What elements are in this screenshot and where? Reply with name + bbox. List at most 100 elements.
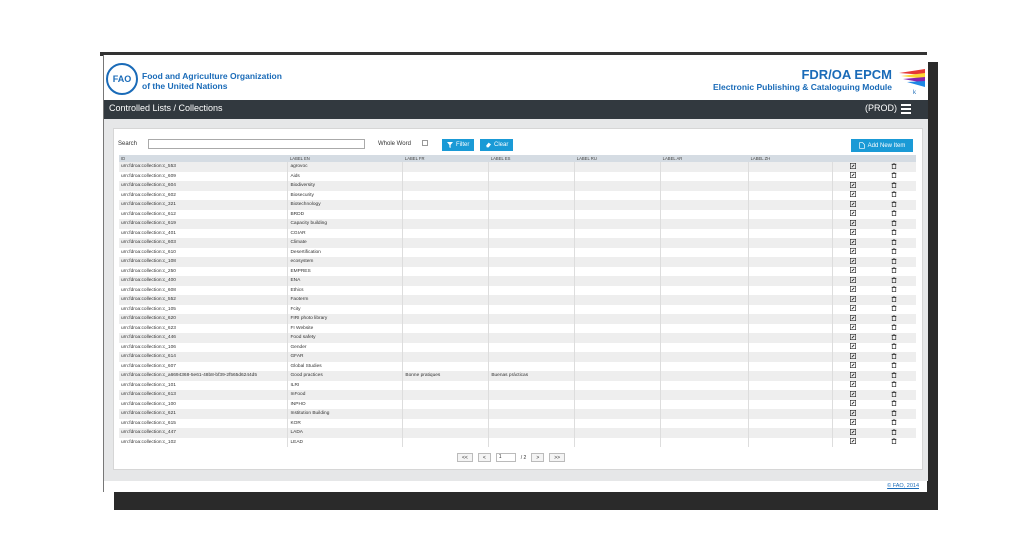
trash-icon[interactable]	[870, 229, 915, 239]
edit-icon[interactable]	[833, 419, 871, 429]
table-row[interactable]: urn:fdroa:collection:c_602 Biosecurity	[119, 190, 916, 201]
column-header[interactable]: LABEL FR	[403, 155, 489, 162]
trash-icon[interactable]	[870, 276, 915, 286]
column-header[interactable]: LABEL RU	[575, 155, 661, 162]
table-row[interactable]: urn:fdroa:collection:c_106 Gender	[119, 342, 916, 353]
table-row[interactable]: urn:fdroa:collection:c_623 FI Website	[119, 323, 916, 334]
filter-button[interactable]: Filter	[442, 139, 475, 151]
trash-icon[interactable]	[870, 200, 915, 210]
table-row[interactable]: urn:fdroa:collection:c_619 Capacity build…	[119, 219, 916, 229]
edit-icon[interactable]	[833, 172, 871, 182]
edit-icon[interactable]	[833, 229, 871, 239]
edit-icon[interactable]	[833, 381, 871, 391]
trash-icon[interactable]	[870, 295, 915, 305]
next-page-button[interactable]: >	[531, 453, 545, 462]
prev-page-button[interactable]: <	[477, 453, 491, 462]
trash-icon[interactable]	[870, 381, 915, 391]
table-row[interactable]: urn:fdroa:collection:c_400 ENA	[119, 276, 916, 286]
column-header[interactable]: LABEL EN	[288, 155, 403, 162]
edit-icon[interactable]	[833, 371, 871, 381]
edit-icon[interactable]	[833, 352, 871, 362]
add-new-item-button[interactable]: Add New Item	[851, 139, 913, 152]
trash-icon[interactable]	[870, 314, 915, 324]
trash-icon[interactable]	[870, 191, 915, 201]
edit-icon[interactable]	[833, 295, 871, 305]
table-row[interactable]: urn:fdroa:collection:c_446 Food safety	[119, 333, 916, 343]
trash-icon[interactable]	[870, 409, 915, 419]
table-row[interactable]: urn:fdroa:collection:c_a6694368-5e61-48b…	[119, 371, 916, 381]
edit-icon[interactable]	[833, 333, 871, 343]
trash-icon[interactable]	[870, 181, 915, 191]
trash-icon[interactable]	[870, 371, 915, 381]
table-row[interactable]: urn:fdroa:collection:c_614 GFAR	[119, 352, 916, 362]
table-row[interactable]: urn:fdroa:collection:c_101 ILRI	[119, 380, 916, 391]
trash-icon[interactable]	[870, 400, 915, 410]
trash-icon[interactable]	[870, 219, 915, 229]
table-row[interactable]: urn:fdroa:collection:c_612 BRDD	[119, 209, 916, 220]
table-row[interactable]: urn:fdroa:collection:c_615 KOR	[119, 418, 916, 429]
edit-icon[interactable]	[833, 409, 871, 419]
trash-icon[interactable]	[870, 343, 915, 353]
whole-word-checkbox[interactable]	[422, 140, 428, 146]
edit-icon[interactable]	[833, 314, 871, 324]
trash-icon[interactable]	[870, 438, 915, 448]
edit-icon[interactable]	[833, 248, 871, 258]
table-row[interactable]: urn:fdroa:collection:c_620 FIRI photo lib…	[119, 314, 916, 324]
edit-icon[interactable]	[833, 219, 871, 229]
edit-icon[interactable]	[833, 324, 871, 334]
edit-icon[interactable]	[833, 305, 871, 315]
edit-icon[interactable]	[833, 286, 871, 296]
edit-icon[interactable]	[833, 238, 871, 248]
table-row[interactable]: urn:fdroa:collection:c_105 Fcity	[119, 304, 916, 315]
table-row[interactable]: urn:fdroa:collection:c_608 Ethics	[119, 285, 916, 296]
edit-icon[interactable]	[833, 428, 871, 438]
last-page-button[interactable]: >>	[549, 453, 566, 462]
table-row[interactable]: urn:fdroa:collection:c_621 Institution Bu…	[119, 409, 916, 419]
edit-icon[interactable]	[833, 438, 871, 448]
table-row[interactable]: urn:fdroa:collection:c_447 LADA	[119, 428, 916, 438]
trash-icon[interactable]	[870, 419, 915, 429]
trash-icon[interactable]	[870, 257, 915, 267]
page-number-input[interactable]: 1	[495, 453, 516, 462]
column-header[interactable]: ID	[119, 155, 288, 162]
edit-icon[interactable]	[833, 162, 871, 172]
edit-icon[interactable]	[833, 276, 871, 286]
trash-icon[interactable]	[870, 352, 915, 362]
first-page-button[interactable]: <<	[457, 453, 473, 462]
table-row[interactable]: urn:fdroa:collection:c_610 Desertificatio…	[119, 247, 916, 258]
edit-icon[interactable]	[833, 390, 871, 400]
table-row[interactable]: urn:fdroa:collection:c_552 Faoterm	[119, 295, 916, 305]
search-input[interactable]	[148, 139, 365, 149]
edit-icon[interactable]	[833, 267, 871, 277]
copyright-link[interactable]: © FAO, 2014	[887, 483, 919, 489]
column-header[interactable]: LABEL AR	[661, 155, 749, 162]
column-header[interactable]: LABEL ZH	[749, 155, 833, 162]
trash-icon[interactable]	[870, 267, 915, 277]
table-row[interactable]: urn:fdroa:collection:c_609 Aids	[119, 171, 916, 182]
table-row[interactable]: urn:fdroa:collection:c_603 Climate	[119, 238, 916, 248]
trash-icon[interactable]	[870, 324, 915, 334]
table-row[interactable]: urn:fdroa:collection:c_607 Global Studies	[119, 361, 916, 372]
trash-icon[interactable]	[870, 172, 915, 182]
trash-icon[interactable]	[870, 390, 915, 400]
edit-icon[interactable]	[833, 400, 871, 410]
trash-icon[interactable]	[870, 248, 915, 258]
table-row[interactable]: urn:fdroa:collection:c_604 Biodiversity	[119, 181, 916, 191]
trash-icon[interactable]	[870, 428, 915, 438]
trash-icon[interactable]	[870, 210, 915, 220]
edit-icon[interactable]	[833, 210, 871, 220]
edit-icon[interactable]	[833, 200, 871, 210]
table-row[interactable]: urn:fdroa:collection:c_553 agrovoc	[119, 162, 916, 172]
table-row[interactable]: urn:fdroa:collection:c_401 CGIAR	[119, 228, 916, 239]
edit-icon[interactable]	[833, 257, 871, 267]
table-row[interactable]: urn:fdroa:collection:c_613 InFood	[119, 390, 916, 400]
edit-icon[interactable]	[833, 362, 871, 372]
column-header[interactable]: LABEL ES	[489, 155, 575, 162]
trash-icon[interactable]	[870, 238, 915, 248]
edit-icon[interactable]	[833, 181, 871, 191]
trash-icon[interactable]	[870, 286, 915, 296]
trash-icon[interactable]	[870, 162, 915, 172]
hamburger-menu-icon[interactable]	[901, 104, 911, 114]
table-row[interactable]: urn:fdroa:collection:c_250 EMPRES	[119, 266, 916, 277]
table-row[interactable]: urn:fdroa:collection:c_108 ecosystem	[119, 257, 916, 267]
